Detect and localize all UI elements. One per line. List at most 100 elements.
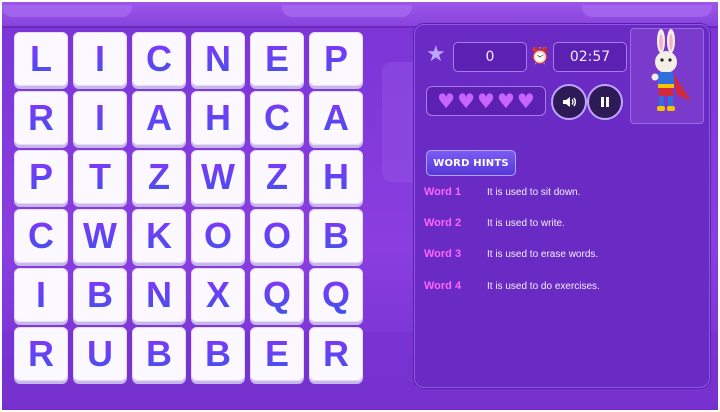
letter-tile[interactable]: Q — [309, 268, 363, 322]
speaker-icon — [563, 97, 576, 107]
letter: R — [28, 333, 54, 374]
letter: Q — [321, 274, 350, 315]
letter: I — [94, 38, 105, 79]
heart-icon: ♥ — [437, 89, 456, 113]
bunny-superhero-avatar — [630, 28, 704, 124]
letter-tile[interactable]: R — [14, 327, 68, 381]
hint-label: Word 1 — [424, 186, 462, 198]
letter: W — [201, 156, 235, 197]
letter: P — [323, 38, 348, 79]
letter: A — [146, 97, 172, 138]
letter: I — [94, 97, 105, 138]
hint-text: It is used to write. — [487, 217, 565, 229]
letter: B — [87, 274, 113, 315]
letter: A — [323, 97, 349, 138]
letter-tile[interactable]: U — [73, 327, 127, 381]
letter: E — [264, 333, 289, 374]
pause-button[interactable] — [587, 84, 623, 120]
letter-tile[interactable]: O — [191, 209, 245, 263]
letter: H — [205, 97, 231, 138]
letter-tile[interactable]: Q — [250, 268, 304, 322]
letter: P — [28, 156, 53, 197]
top-bar-tab — [282, 5, 412, 17]
letter-tile[interactable]: E — [250, 32, 304, 86]
score-display: 0 — [453, 42, 527, 72]
letter-tile[interactable]: R — [14, 91, 68, 145]
letter-tile[interactable]: E — [250, 327, 304, 381]
top-bar-tab — [582, 5, 712, 17]
letter: T — [89, 156, 111, 197]
star-icon: ★ — [426, 42, 446, 67]
letter-tile[interactable]: O — [250, 209, 304, 263]
timer-display: 02:57 — [553, 42, 627, 72]
letter: R — [28, 97, 54, 138]
letter-tile[interactable]: L — [14, 32, 68, 86]
hint-label: Word 3 — [424, 248, 462, 260]
letter-tile[interactable]: A — [309, 91, 363, 145]
letter-tile[interactable]: I — [14, 268, 68, 322]
letter: Z — [148, 156, 170, 197]
letter-tile[interactable]: P — [309, 32, 363, 86]
letter-tile[interactable]: H — [191, 91, 245, 145]
word-hints-button[interactable]: WORD HINTS — [426, 150, 516, 176]
hint-row: Word 3 It is used to erase words. — [424, 246, 598, 262]
letter-tile[interactable]: B — [191, 327, 245, 381]
letter-tile[interactable]: H — [309, 150, 363, 204]
letter: C — [28, 215, 54, 256]
letter: E — [264, 38, 289, 79]
letter: N — [205, 38, 231, 79]
letter-tile[interactable]: T — [73, 150, 127, 204]
hint-label: Word 2 — [424, 217, 462, 229]
letter-tile[interactable]: C — [132, 32, 186, 86]
letter: B — [146, 333, 172, 374]
letter-tile[interactable]: C — [14, 209, 68, 263]
letter-tile[interactable]: B — [73, 268, 127, 322]
hint-text: It is used to sit down. — [487, 186, 581, 198]
letter: R — [323, 333, 349, 374]
letter-tile[interactable]: I — [73, 91, 127, 145]
letter: L — [30, 38, 52, 79]
hint-row: Word 1 It is used to sit down. — [424, 184, 580, 200]
pause-icon — [601, 97, 609, 107]
letter-tile[interactable]: X — [191, 268, 245, 322]
letter: B — [205, 333, 231, 374]
hint-text: It is used to do exercises. — [487, 280, 600, 292]
hint-label: Word 4 — [424, 280, 462, 292]
hint-row: Word 2 It is used to write. — [424, 215, 565, 231]
letter-tile[interactable]: W — [191, 150, 245, 204]
letter-tile[interactable]: K — [132, 209, 186, 263]
heart-icon: ♥ — [516, 89, 535, 113]
letter: U — [87, 333, 113, 374]
letter-tile[interactable]: B — [309, 209, 363, 263]
letter: C — [264, 97, 290, 138]
letter-tile[interactable]: Z — [250, 150, 304, 204]
letter: X — [205, 274, 230, 315]
letter: K — [146, 215, 172, 256]
letter-tile[interactable]: C — [250, 91, 304, 145]
letter: N — [146, 274, 172, 315]
letter: C — [146, 38, 172, 79]
letter-tile[interactable]: N — [132, 268, 186, 322]
heart-icon: ♥ — [477, 89, 495, 113]
letter: Q — [262, 274, 291, 315]
letter-tile[interactable]: N — [191, 32, 245, 86]
letter: W — [83, 215, 117, 256]
letter-tile[interactable]: B — [132, 327, 186, 381]
letter-tile[interactable]: I — [73, 32, 127, 86]
letter-tile[interactable]: Z — [132, 150, 186, 204]
letter-tile[interactable]: A — [132, 91, 186, 145]
letter-tile[interactable]: P — [14, 150, 68, 204]
alarm-clock-icon: ⏰ — [530, 46, 550, 65]
letter: I — [35, 274, 46, 315]
bunny-superhero-icon — [651, 29, 691, 111]
heart-icon: ♥ — [457, 89, 476, 113]
hint-row: Word 4 It is used to do exercises. — [424, 278, 600, 294]
letter-tile[interactable]: W — [73, 209, 127, 263]
letter: O — [262, 215, 291, 256]
letter: H — [323, 156, 349, 197]
letter-tile[interactable]: R — [309, 327, 363, 381]
letter-grid: LICNEPRIAHCAPTZWZHCWKOOBIBNXQQRUBBER — [14, 32, 366, 384]
sound-button[interactable] — [551, 84, 587, 120]
lives-bar: ♥ ♥ ♥ ♥ ♥ — [426, 86, 546, 116]
letter: O — [203, 215, 232, 256]
